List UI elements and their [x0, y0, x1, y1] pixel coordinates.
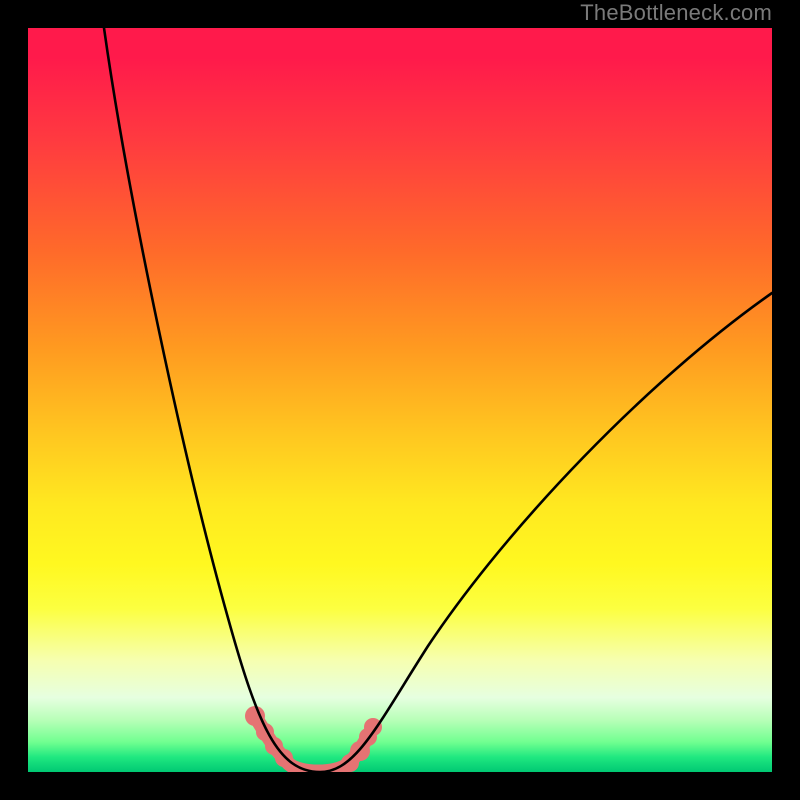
- attribution-text: TheBottleneck.com: [580, 0, 772, 26]
- bottleneck-highlight: [245, 706, 382, 772]
- chart-frame: TheBottleneck.com: [0, 0, 800, 800]
- highlight-dot: [275, 749, 293, 767]
- chart-svg: [28, 28, 772, 772]
- bottleneck-curve: [104, 28, 772, 772]
- chart-plot-area: [28, 28, 772, 772]
